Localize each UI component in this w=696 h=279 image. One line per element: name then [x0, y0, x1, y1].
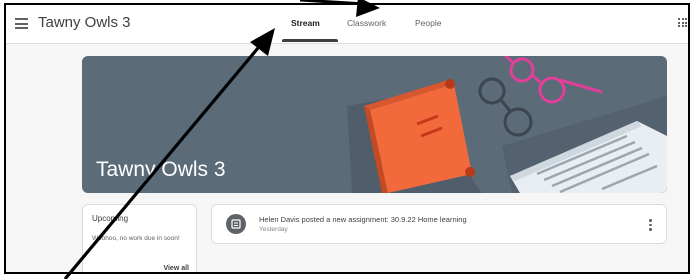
arrow-to-classwork-tab: [299, 0, 380, 17]
arrow-to-stream-tab: [63, 28, 275, 279]
annotation-arrows: [63, 0, 380, 279]
